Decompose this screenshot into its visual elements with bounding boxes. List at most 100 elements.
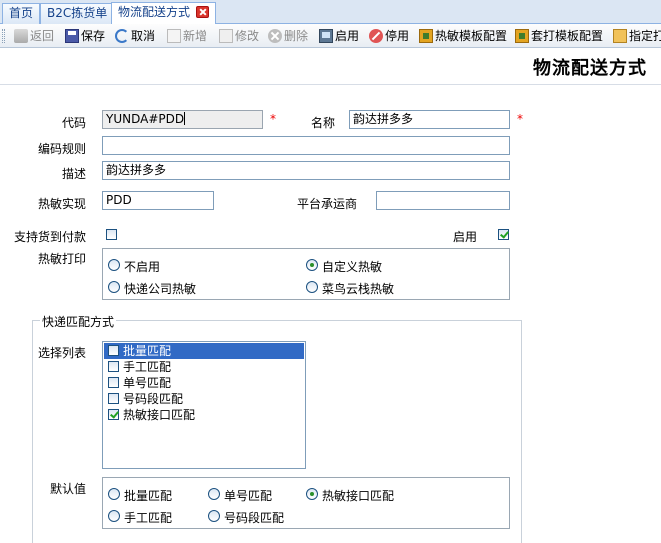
disable-label: 停用 [385, 29, 410, 43]
thermal-print-radio-express[interactable] [108, 281, 120, 293]
default-radio-thermal[interactable] [306, 488, 318, 500]
title-divider [0, 84, 661, 85]
cod-checkbox[interactable] [106, 229, 117, 240]
list-item-checkbox[interactable] [108, 393, 119, 404]
undo-icon [115, 29, 129, 43]
assign-print-label: 指定打 [629, 29, 661, 43]
thermal-print-option: 菜鸟云栈热敏 [322, 282, 395, 296]
name-input[interactable]: 韵达拼多多 [349, 110, 510, 129]
back-icon [14, 29, 28, 43]
thermal-print-option: 自定义热敏 [322, 260, 383, 274]
list-item[interactable]: 单号匹配 [104, 375, 304, 391]
assign-print-button[interactable]: 指定打 [613, 27, 661, 45]
cod-label: 支持货到付款 [14, 230, 87, 244]
cancel-button[interactable]: 取消 [115, 27, 155, 45]
enable-icon [319, 29, 333, 43]
overlay-template-label: 套打模板配置 [531, 29, 604, 43]
tab-home[interactable]: 首页 [2, 3, 41, 24]
rule-input[interactable] [102, 136, 510, 155]
template-icon [515, 29, 529, 43]
default-radio-range[interactable] [208, 510, 220, 522]
name-value: 韵达拼多多 [353, 112, 414, 126]
list-item-label: 批量匹配 [123, 344, 172, 358]
match-group-legend: 快递匹配方式 [40, 313, 117, 330]
thermal-print-option: 不启用 [124, 260, 161, 274]
required-mark: * [270, 112, 276, 126]
code-label: 代码 [62, 116, 87, 130]
tab-b2c-picking[interactable]: B2C拣货单 [40, 3, 115, 24]
rule-label: 编码规则 [38, 142, 87, 156]
thermal-template-label: 热敏模板配置 [435, 29, 508, 43]
new-button[interactable]: 新增 [167, 27, 207, 45]
platform-carrier-label: 平台承运商 [297, 197, 358, 211]
list-item-checkbox[interactable] [108, 361, 119, 372]
select-list-label: 选择列表 [38, 346, 87, 360]
list-item-label: 单号匹配 [123, 376, 172, 390]
list-item-label: 热敏接口匹配 [123, 408, 196, 422]
tab-label: 物流配送方式 [118, 5, 191, 19]
disable-icon [369, 29, 383, 43]
thermal-impl-label: 热敏实现 [38, 197, 87, 211]
list-item-label: 号码段匹配 [123, 392, 184, 406]
thermal-impl-input[interactable]: PDD [102, 191, 214, 210]
enable-button[interactable]: 启用 [319, 27, 359, 45]
list-item-checkbox[interactable] [108, 409, 119, 420]
default-option: 批量匹配 [124, 489, 173, 503]
code-input[interactable]: YUNDA#PDD [102, 110, 263, 129]
save-label: 保存 [81, 29, 106, 43]
overlay-template-button[interactable]: 套打模板配置 [515, 27, 603, 45]
edit-button[interactable]: 修改 [219, 27, 259, 45]
enabled-label: 启用 [453, 230, 478, 244]
enabled-checkbox[interactable] [498, 229, 509, 240]
list-item[interactable]: 号码段匹配 [104, 391, 304, 407]
text-caret [184, 112, 186, 125]
default-radio-manual[interactable] [108, 510, 120, 522]
thermal-print-label: 热敏打印 [38, 252, 87, 266]
desc-input[interactable]: 韵达拼多多 [102, 161, 510, 180]
desc-label: 描述 [62, 167, 87, 181]
select-list[interactable]: 批量匹配 手工匹配 单号匹配 号码段匹配 热敏接口匹配 [102, 341, 306, 469]
tab-label: B2C拣货单 [47, 6, 108, 20]
toolbar-grip[interactable] [2, 29, 5, 43]
save-icon [65, 29, 79, 43]
close-icon[interactable] [196, 6, 210, 18]
toolbar: 返回 保存 取消 新增 修改 删除 启用 停用 热敏模板配置 套打模板配置 指定… [0, 24, 661, 48]
thermal-impl-value: PDD [106, 193, 132, 207]
edit-icon [219, 29, 233, 43]
delete-button[interactable]: 删除 [268, 27, 308, 45]
default-option: 手工匹配 [124, 511, 173, 525]
list-item[interactable]: 手工匹配 [104, 359, 304, 375]
list-item[interactable]: 热敏接口匹配 [104, 407, 304, 423]
default-label: 默认值 [50, 482, 87, 496]
thermal-print-option: 快递公司热敏 [124, 282, 197, 296]
code-value: YUNDA#PDD [106, 112, 185, 126]
template-icon [419, 29, 433, 43]
default-option: 号码段匹配 [224, 511, 285, 525]
list-item-checkbox[interactable] [108, 377, 119, 388]
new-label: 新增 [183, 29, 208, 43]
edit-label: 修改 [235, 29, 260, 43]
disable-button[interactable]: 停用 [369, 27, 409, 45]
default-option: 单号匹配 [224, 489, 273, 503]
tab-bar: 首页 B2C拣货单 物流配送方式 [0, 0, 661, 24]
platform-carrier-input[interactable] [376, 191, 510, 210]
thermal-print-radio-disabled[interactable] [108, 259, 120, 271]
default-radio-number[interactable] [208, 488, 220, 500]
default-radio-batch[interactable] [108, 488, 120, 500]
page-title: 物流配送方式 [533, 58, 647, 79]
delete-icon [268, 29, 282, 43]
cancel-label: 取消 [131, 29, 156, 43]
assign-icon [613, 29, 627, 43]
tab-label: 首页 [9, 6, 34, 20]
back-label: 返回 [30, 29, 55, 43]
delete-label: 删除 [284, 29, 309, 43]
list-item-checkbox[interactable] [108, 345, 119, 356]
tab-logistics-delivery[interactable]: 物流配送方式 [111, 2, 217, 24]
list-item[interactable]: 批量匹配 [104, 343, 304, 359]
back-button[interactable]: 返回 [14, 27, 54, 45]
thermal-print-radio-custom[interactable] [306, 259, 318, 271]
thermal-template-button[interactable]: 热敏模板配置 [419, 27, 507, 45]
save-button[interactable]: 保存 [65, 27, 105, 45]
thermal-print-radio-cainiao[interactable] [306, 281, 318, 293]
required-mark: * [517, 112, 523, 126]
